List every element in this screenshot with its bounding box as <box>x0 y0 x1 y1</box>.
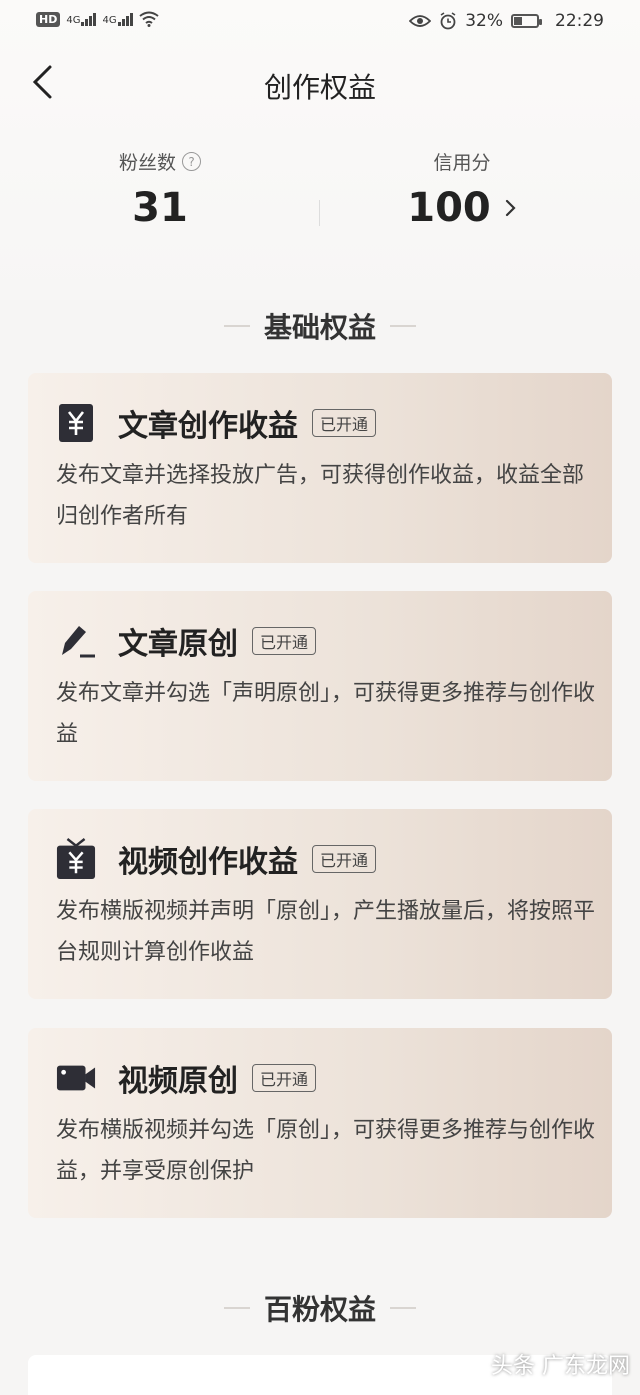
benefit-card-video-original[interactable]: 视频原创 已开通 发布横版视频并勾选「原创」，可获得更多推荐与创作收益，并享受原… <box>28 1028 612 1218</box>
fans-stat: 粉丝数 ? 31 <box>60 148 260 231</box>
yuan-icon <box>56 403 96 443</box>
section-title-basic: 基础权益 <box>0 306 640 346</box>
benefit-card-video-revenue[interactable]: 视频创作收益 已开通 发布横版视频并声明「原创」，产生播放量后，将按照平台规则计… <box>28 809 612 999</box>
credit-label: 信用分 <box>433 152 491 174</box>
watermark: 头条 广东龙网 <box>491 1354 630 1379</box>
card-title: 视频创作收益 <box>118 845 298 880</box>
credit-value: 100 <box>407 185 491 231</box>
signal-icon-2: 4G <box>102 12 133 26</box>
help-icon[interactable]: ? <box>182 152 201 171</box>
title-line-left <box>223 325 250 327</box>
status-right: 32% 22:29 <box>409 11 604 31</box>
stats-panel: 粉丝数 ? 31 信用分 100 <box>0 148 640 248</box>
tv-yuan-icon <box>56 838 96 879</box>
title-line-left <box>223 1307 250 1309</box>
chevron-right-icon <box>505 199 516 217</box>
section-title-hundred-fans: 百粉权益 <box>0 1288 640 1328</box>
card-title: 视频原创 <box>118 1064 238 1099</box>
video-camera-icon <box>56 1058 96 1098</box>
alarm-icon <box>440 12 456 30</box>
battery-icon <box>511 14 542 28</box>
card-description: 发布横版视频并声明「原创」，产生播放量后，将按照平台规则计算创作收益 <box>56 899 596 965</box>
hd-icon: HD <box>36 11 61 27</box>
wifi-icon <box>138 11 159 27</box>
status-badge: 已开通 <box>252 1064 317 1092</box>
status-badge: 已开通 <box>312 409 377 437</box>
title-line-right <box>390 1307 416 1309</box>
clock: 22:29 <box>555 11 604 31</box>
section-title-text: 百粉权益 <box>263 1293 376 1326</box>
card-description: 发布文章并选择投放广告，可获得创作收益，收益全部归创作者所有 <box>56 463 585 529</box>
benefit-card-article-original[interactable]: 文章原创 已开通 发布文章并勾选「声明原创」，可获得更多推荐与创作收益 <box>28 591 612 781</box>
network-type-1: 4G <box>66 14 81 26</box>
eye-icon <box>409 15 432 27</box>
status-left: HD 4G 4G <box>36 11 159 27</box>
stats-divider <box>319 200 320 226</box>
credit-stat[interactable]: 信用分 100 <box>362 148 562 231</box>
card-description: 发布横版视频并勾选「原创」，可获得更多推荐与创作收益，并享受原创保护 <box>56 1118 596 1184</box>
page-title: 创作权益 <box>263 71 376 104</box>
battery-percent: 32% <box>465 11 503 31</box>
section-title-text: 基础权益 <box>263 311 376 344</box>
pen-icon <box>56 621 96 661</box>
status-bar: HD 4G 4G 32% 22:29 <box>0 0 640 44</box>
status-badge: 已开通 <box>252 627 317 655</box>
network-type-2: 4G <box>102 14 117 26</box>
card-title: 文章创作收益 <box>118 409 298 444</box>
title-line-right <box>390 325 416 327</box>
card-description: 发布文章并勾选「声明原创」，可获得更多推荐与创作收益 <box>56 681 596 747</box>
signal-icon-1: 4G <box>66 12 97 26</box>
nav-bar: 创作权益 <box>0 52 640 112</box>
status-badge: 已开通 <box>312 845 377 873</box>
fans-label: 粉丝数 <box>118 152 176 174</box>
benefit-card-article-revenue[interactable]: 文章创作收益 已开通 发布文章并选择投放广告，可获得创作收益，收益全部归创作者所… <box>28 373 612 563</box>
fans-value: 31 <box>132 185 188 231</box>
card-title: 文章原创 <box>118 627 238 662</box>
